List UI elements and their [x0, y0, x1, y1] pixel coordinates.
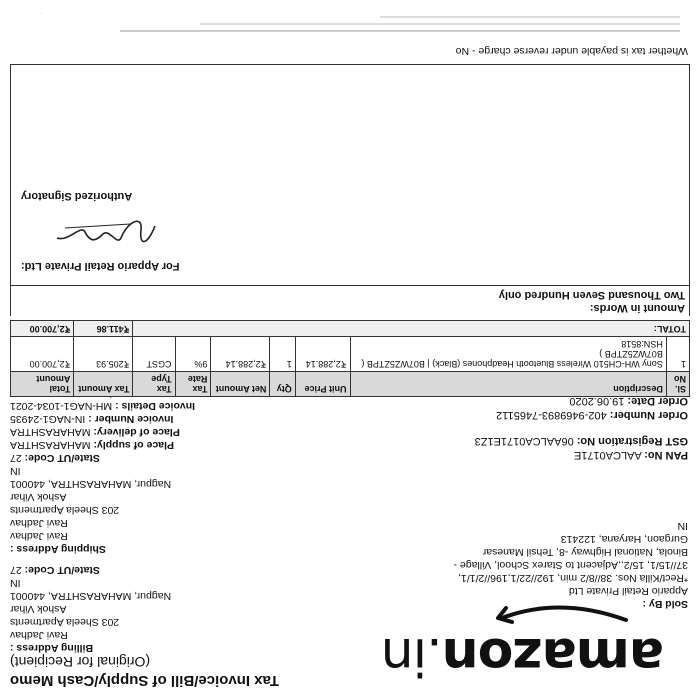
shipping-state-code-label: State/UT Code:: [24, 452, 100, 464]
reverse-charge-note: Whether tax is payable under reverse cha…: [455, 45, 688, 57]
invoice-details-value: MH-NAG1-1034-2021: [10, 400, 113, 412]
shipping-line: Ashok Vihar: [10, 491, 67, 503]
gst-label: GST Registration No:: [576, 435, 688, 447]
sold-by-line: 37//15/1, 15/2,,Adjacent to Starex Schoo…: [453, 559, 688, 571]
fine-print: [20, 16, 680, 32]
items-table: Sl. No Description Unit Price Qty Net Am…: [10, 320, 690, 397]
header-cell: Tax Amount: [73, 371, 133, 397]
shipping-label: Shipping Address :: [10, 543, 106, 555]
amount-in-words: Amount in Words: Two Thousand Seven Hund…: [10, 285, 690, 316]
order-block: Order Number: 402-9469893-7465112 Order …: [368, 394, 688, 422]
signature-company: For Appario Retail Private Ltd:: [21, 260, 180, 272]
shipping-line: Ravi Jadhav: [10, 530, 68, 542]
billing-state-code-value: 27: [10, 564, 22, 576]
invoice-title-block: Tax Invoice/Bill of Supply/Cash Memo (Or…: [10, 653, 290, 690]
billing-line: Ashok Vihar: [10, 603, 67, 615]
sold-by-line: *Rect/Killa Nos. 38//8/2 min, 192//22/1,…: [458, 572, 688, 584]
tax-amount-cell: ₹205.93: [73, 336, 133, 372]
sold-by-line: Binola, National Highway -8, Tehsil Mane…: [482, 546, 688, 558]
total-amount-cell: ₹2,700.00: [10, 336, 74, 372]
billing-line: Nagpur, MAHARASHTRA, 440001: [10, 590, 172, 602]
header-cell: Unit Price: [295, 371, 351, 397]
amount-words-label: Amount in Words:: [589, 302, 685, 314]
header-cell: Total Amount: [10, 371, 74, 397]
total-tax-cell: ₹411.86: [73, 320, 133, 337]
invoice-number-label: Invoice Number :: [88, 413, 174, 425]
table-row: 1 Sony WH-CH510 Wireless Bluetooth Headp…: [10, 336, 690, 372]
place-of-supply-label: Place of supply:: [93, 439, 174, 451]
header-cell: Net Amount: [210, 371, 270, 397]
sold-by-line: Appario Retail Private Ltd: [568, 585, 688, 597]
amount-words-value: Two Thousand Seven Hundred only: [498, 289, 685, 301]
sl-no-cell: 1: [666, 336, 690, 372]
shipping-line: 203 Sheela Apartments: [10, 504, 120, 516]
shipping-line: Nagpur, MAHARASHTRA, 440001: [10, 478, 172, 490]
description-cell: Sony WH-CH510 Wireless Bluetooth Headpho…: [350, 336, 667, 372]
logo-text: amazon: [442, 626, 664, 686]
sold-by-block: Sold By : Appario Retail Private Ltd *Re…: [388, 519, 688, 610]
sold-by-line: IN: [677, 520, 689, 532]
sold-by-label: Sold By :: [642, 598, 688, 610]
billing-label: Billing Address :: [10, 642, 94, 654]
invoice-subtitle: (Original for Recipient): [10, 654, 151, 670]
order-number-value: 402-9469893-7465112: [496, 409, 607, 421]
billing-line: Ravi Jadhav: [10, 629, 68, 641]
item-hsn: HSN:8518: [621, 339, 663, 349]
unit-price-cell: ₹2,288.14: [295, 336, 351, 372]
shipping-address-block: Shipping Address : Ravi Jadhav Ravi Jadh…: [10, 386, 260, 555]
table-header-row: Sl. No Description Unit Price Qty Net Am…: [10, 371, 690, 397]
header-cell: Tax Rate: [175, 371, 211, 397]
place-of-delivery-value: MAHARASHTRA: [10, 426, 91, 438]
billing-state-code-label: State/UT Code:: [24, 564, 100, 576]
sold-by-line: Gurgaon, Haryana, 122413: [560, 533, 688, 545]
header-cell: Tax Type: [132, 371, 176, 397]
place-of-supply-value: MAHARASHTRA: [10, 439, 91, 451]
signature-image: [56, 220, 156, 243]
gst-value: 06AALCA0171E1Z3: [474, 435, 574, 447]
total-label-cell: TOTAL:: [132, 320, 690, 337]
invoice-document: amazon.in Tax Invoice/Bill of Supply/Cas…: [0, 0, 700, 700]
billing-address-block: Billing Address : Ravi Jadhav 203 Sheela…: [10, 563, 260, 654]
billing-line: IN: [10, 577, 21, 589]
item-description: Sony WH-CH510 Wireless Bluetooth Headpho…: [361, 349, 663, 369]
header-cell: Sl. No: [666, 371, 690, 397]
invoice-title: Tax Invoice/Bill of Supply/Cash Memo: [10, 672, 279, 689]
signature-box: For Appario Retail Private Ltd: Authoriz…: [10, 64, 690, 286]
order-number-label: Order Number:: [609, 409, 688, 421]
authorized-signatory: Authorized Signatory: [21, 190, 133, 202]
table-total-row: TOTAL: ₹411.86 ₹2,700.00: [10, 320, 690, 337]
place-of-delivery-label: Place of delivery:: [93, 426, 180, 438]
grand-total-cell: ₹2,700.00: [10, 320, 74, 337]
pan-label: PAN No:: [644, 449, 688, 461]
logo-suffix: .in: [381, 626, 443, 686]
qty-cell: 1: [269, 336, 296, 372]
tax-type-cell: CGST: [132, 336, 176, 372]
pan-value: AALCA0171E: [573, 449, 642, 461]
header-cell: Qty: [269, 371, 296, 397]
billing-line: 203 Sheela Apartments: [10, 616, 120, 628]
header-cell: Description: [350, 371, 667, 397]
shipping-state-code-value: 27: [10, 452, 22, 464]
shipping-line: IN: [10, 465, 21, 477]
shipping-line: Ravi Jadhav: [10, 517, 68, 529]
tax-id-block: PAN No: AALCA0171E GST Registration No: …: [368, 434, 688, 462]
amazon-logo: amazon.in: [382, 626, 664, 686]
page-number-mark: ·: [40, 10, 42, 16]
tax-rate-cell: 9%: [175, 336, 211, 372]
invoice-details-label: Invoice Details :: [115, 400, 196, 412]
invoice-number-value: IN-NAG1-24935: [10, 413, 86, 425]
net-amount-cell: ₹2,288.14: [210, 336, 270, 372]
